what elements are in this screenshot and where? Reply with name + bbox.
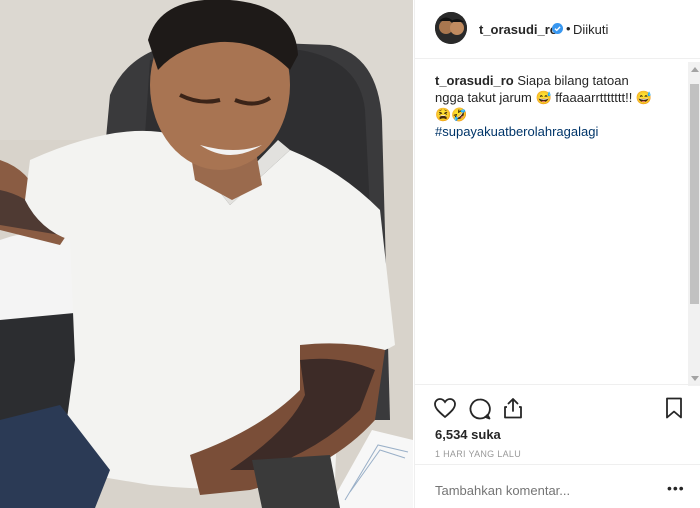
divider [415,384,700,385]
bookmark-icon[interactable] [665,397,683,419]
post-details-panel: t_orasudi_ro • Diikuti t_orasudi_ro Siap… [414,0,700,508]
post-timestamp[interactable]: 1 HARI YANG LALU [435,449,521,459]
post-caption: t_orasudi_ro Siapa bilang tatoan ngga ta… [435,72,660,140]
post-image [0,0,413,508]
username-link[interactable]: t_orasudi_ro [479,22,558,37]
more-options-button[interactable]: ••• [667,480,685,496]
comments-scrollbar[interactable] [688,62,700,386]
caption-hashtag[interactable]: #supayakuatberolahragalagi [435,123,660,140]
avatar-image [435,12,467,44]
verified-badge-icon [552,23,563,34]
avatar[interactable] [435,12,467,44]
scrollbar-thumb[interactable] [690,84,699,304]
add-comment-input[interactable] [435,483,655,498]
scroll-down-arrow-icon[interactable] [691,376,699,381]
post-photo[interactable] [0,0,413,508]
likes-count[interactable]: 6,534 suka [435,427,501,442]
caption-username[interactable]: t_orasudi_ro [435,73,514,88]
scroll-up-arrow-icon[interactable] [691,67,699,72]
divider [415,464,700,465]
follow-status-button[interactable]: Diikuti [573,22,608,37]
post-header: t_orasudi_ro • Diikuti [415,0,700,59]
separator-dot: • [566,21,571,36]
share-icon[interactable] [502,396,524,420]
comment-icon[interactable] [468,397,492,421]
heart-icon[interactable] [433,397,457,419]
